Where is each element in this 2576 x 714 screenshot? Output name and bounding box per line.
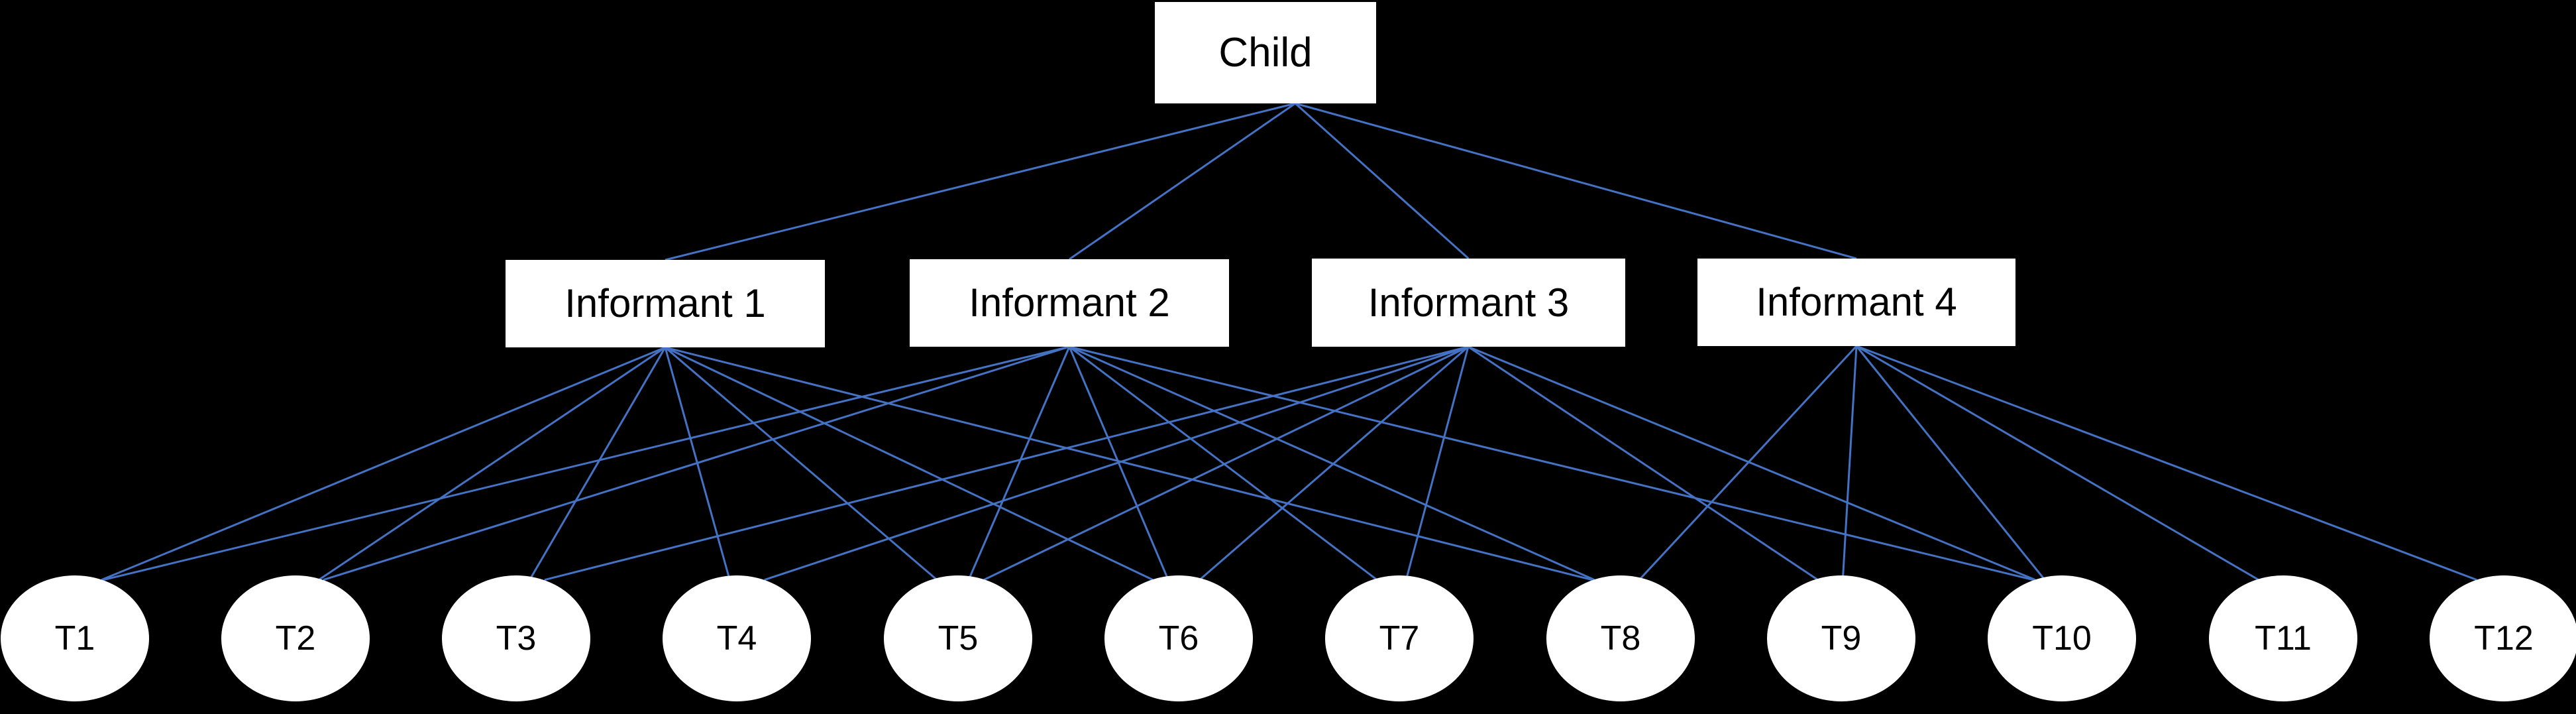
node-informant-1-label: Informant 1 bbox=[564, 281, 766, 326]
edge-informant-to-occasion bbox=[1405, 346, 1470, 581]
node-occasion-t6[interactable]: T6 bbox=[1104, 575, 1253, 701]
node-occasion-t4[interactable]: T4 bbox=[663, 575, 811, 701]
node-informant-1[interactable]: Informant 1 bbox=[506, 260, 825, 347]
node-occasion-t7[interactable]: T7 bbox=[1325, 575, 1474, 701]
node-occasion-label: T4 bbox=[716, 619, 757, 658]
edge-informant-to-occasion bbox=[103, 345, 1070, 581]
edge-informant-to-child bbox=[1295, 102, 1857, 260]
node-informant-2-label: Informant 2 bbox=[969, 280, 1170, 325]
node-occasion-label: T11 bbox=[2255, 619, 2312, 658]
edge-informant-to-occasion bbox=[1638, 345, 1858, 581]
node-occasion-label: T8 bbox=[1600, 619, 1641, 658]
node-child-label: Child bbox=[1218, 29, 1313, 76]
diagram-canvas: Child Informant 1 Informant 2 Informant 3 In… bbox=[0, 0, 2576, 714]
edge-informant-to-occasion bbox=[323, 345, 1070, 581]
edge-informant-to-occasion bbox=[1199, 345, 1469, 581]
node-informant-3[interactable]: Informant 3 bbox=[1312, 259, 1625, 347]
node-occasion-label: T9 bbox=[1821, 619, 1862, 658]
node-informant-3-label: Informant 3 bbox=[1368, 280, 1570, 325]
node-occasion-label: T6 bbox=[1158, 619, 1199, 658]
node-occasion-label: T12 bbox=[2474, 619, 2534, 658]
edge-informant-to-occasion bbox=[101, 346, 666, 581]
node-occasion-t10[interactable]: T10 bbox=[1988, 575, 2136, 701]
node-occasion-t11[interactable]: T11 bbox=[2209, 575, 2357, 701]
node-informant-4[interactable]: Informant 4 bbox=[1697, 259, 2015, 346]
node-occasion-t1[interactable]: T1 bbox=[1, 575, 149, 701]
node-occasion-label: T7 bbox=[1379, 619, 1420, 658]
node-occasion-t5[interactable]: T5 bbox=[884, 575, 1032, 701]
node-informant-4-label: Informant 4 bbox=[1756, 280, 1957, 324]
edge-informant-to-occasion bbox=[983, 345, 1469, 581]
edge-informant-to-occasion bbox=[1841, 345, 1858, 580]
node-informant-2[interactable]: Informant 2 bbox=[910, 259, 1229, 347]
node-child[interactable]: Child bbox=[1155, 2, 1376, 103]
edge-informant-to-child bbox=[665, 102, 1296, 261]
node-occasion-t12[interactable]: T12 bbox=[2430, 575, 2576, 701]
node-occasion-t9[interactable]: T9 bbox=[1767, 575, 1915, 701]
edge-informant-to-child bbox=[1069, 102, 1296, 261]
edge-informant-to-occasion bbox=[1468, 345, 1819, 581]
edge-informant-to-occasion bbox=[1856, 345, 2259, 581]
edge-informant-to-occasion bbox=[318, 346, 666, 581]
node-occasion-label: T3 bbox=[496, 619, 537, 658]
edge-informant-to-occasion bbox=[665, 346, 1593, 581]
edge-layer bbox=[101, 62, 2477, 581]
node-occasion-t3[interactable]: T3 bbox=[442, 575, 590, 701]
node-occasion-label: T2 bbox=[275, 619, 316, 658]
node-occasion-label: T5 bbox=[938, 619, 979, 658]
node-occasion-label: T1 bbox=[54, 619, 95, 658]
edge-informant-to-occasion bbox=[529, 347, 667, 581]
node-occasion-t2[interactable]: T2 bbox=[221, 575, 370, 701]
node-occasion-t8[interactable]: T8 bbox=[1546, 575, 1695, 701]
node-occasion-label: T10 bbox=[2032, 619, 2092, 658]
edge-informant-to-occasion bbox=[665, 346, 1154, 581]
